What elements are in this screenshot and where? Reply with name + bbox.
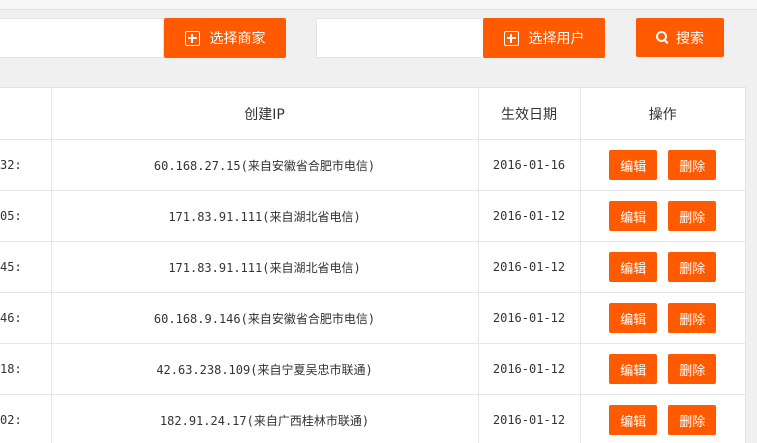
column-header-time: [0, 88, 52, 140]
ip-cell: 182.91.24.17(来自广西桂林市联通): [51, 394, 479, 443]
delete-button[interactable]: 删除: [668, 303, 717, 333]
date-cell: 2016-01-12: [478, 292, 581, 344]
filter-bar: 选择商家 选择用户 搜索: [0, 10, 757, 77]
ip-cell: 42.63.238.109(来自宁夏吴忠市联通): [51, 343, 479, 395]
page: 选择商家 选择用户 搜索 创建IP 生效日期 操作:32 60.168.27.…: [0, 0, 757, 443]
date-cell: 2016-01-12: [478, 241, 581, 293]
date-cell: 2016-01-12: [478, 394, 581, 443]
delete-button[interactable]: 删除: [668, 405, 717, 435]
actions-cell: 编辑 删除: [580, 241, 745, 293]
delete-button[interactable]: 删除: [668, 252, 717, 282]
delete-button[interactable]: 删除: [668, 354, 717, 384]
time-cell: :46: [0, 292, 52, 344]
records-table: 创建IP 生效日期 操作 :32 60.168.27.15(来自安徽省合肥市电信…: [0, 88, 745, 443]
select-merchant-button[interactable]: 选择商家: [164, 18, 286, 58]
select-user-button[interactable]: 选择用户: [483, 18, 605, 58]
search-icon: [656, 30, 667, 42]
column-header-ip: 创建IP: [51, 88, 479, 140]
top-divider: [0, 0, 757, 10]
delete-button[interactable]: 删除: [668, 201, 717, 231]
select-user-label: 选择用户: [528, 31, 585, 47]
column-header-actions: 操作: [580, 88, 745, 140]
time-cell: :02: [0, 394, 52, 443]
delete-button[interactable]: 删除: [668, 150, 717, 180]
actions-cell: 编辑 删除: [580, 139, 745, 191]
user-input[interactable]: [316, 18, 484, 58]
table-row: :18 42.63.238.109(来自宁夏吴忠市联通) 2016-01-12 …: [0, 343, 745, 395]
column-header-date: 生效日期: [478, 88, 581, 140]
table-row: :05 171.83.91.111(来自湖北省电信) 2016-01-12 编辑…: [0, 190, 745, 242]
ip-cell: 60.168.27.15(来自安徽省合肥市电信): [51, 139, 479, 191]
plus-square-icon: [503, 30, 519, 46]
merchant-input[interactable]: [0, 18, 164, 58]
ip-cell: 60.168.9.146(来自安徽省合肥市电信): [51, 292, 479, 344]
table-header-row: 创建IP 生效日期 操作: [0, 88, 745, 140]
search-label: 搜索: [676, 30, 704, 47]
ip-cell: 171.83.91.111(来自湖北省电信): [51, 241, 479, 293]
ip-cell: 171.83.91.111(来自湖北省电信): [51, 190, 479, 242]
edit-button[interactable]: 编辑: [609, 201, 658, 231]
actions-cell: 编辑 删除: [580, 190, 745, 242]
actions-cell: 编辑 删除: [580, 394, 745, 443]
time-cell: :05: [0, 190, 52, 242]
table-row: :45 171.83.91.111(来自湖北省电信) 2016-01-12 编辑…: [0, 241, 745, 293]
table-row: :46 60.168.9.146(来自安徽省合肥市电信) 2016-01-12 …: [0, 292, 745, 344]
records-table-container: 创建IP 生效日期 操作 :32 60.168.27.15(来自安徽省合肥市电信…: [0, 87, 746, 443]
edit-button[interactable]: 编辑: [609, 252, 658, 282]
actions-cell: 编辑 删除: [580, 292, 745, 344]
edit-button[interactable]: 编辑: [609, 150, 658, 180]
edit-button[interactable]: 编辑: [609, 303, 658, 333]
table-row: :32 60.168.27.15(来自安徽省合肥市电信) 2016-01-16 …: [0, 139, 745, 191]
edit-button[interactable]: 编辑: [609, 405, 658, 435]
time-cell: :45: [0, 241, 52, 293]
date-cell: 2016-01-12: [478, 343, 581, 395]
plus-square-icon: [184, 30, 200, 46]
date-cell: 2016-01-12: [478, 190, 581, 242]
time-cell: :32: [0, 139, 52, 191]
time-cell: :18: [0, 343, 52, 395]
actions-cell: 编辑 删除: [580, 343, 745, 395]
search-button[interactable]: 搜索: [636, 18, 724, 57]
select-merchant-label: 选择商家: [209, 31, 266, 47]
table-row: :02 182.91.24.17(来自广西桂林市联通) 2016-01-12 编…: [0, 394, 745, 443]
edit-button[interactable]: 编辑: [609, 354, 658, 384]
date-cell: 2016-01-16: [478, 139, 581, 191]
